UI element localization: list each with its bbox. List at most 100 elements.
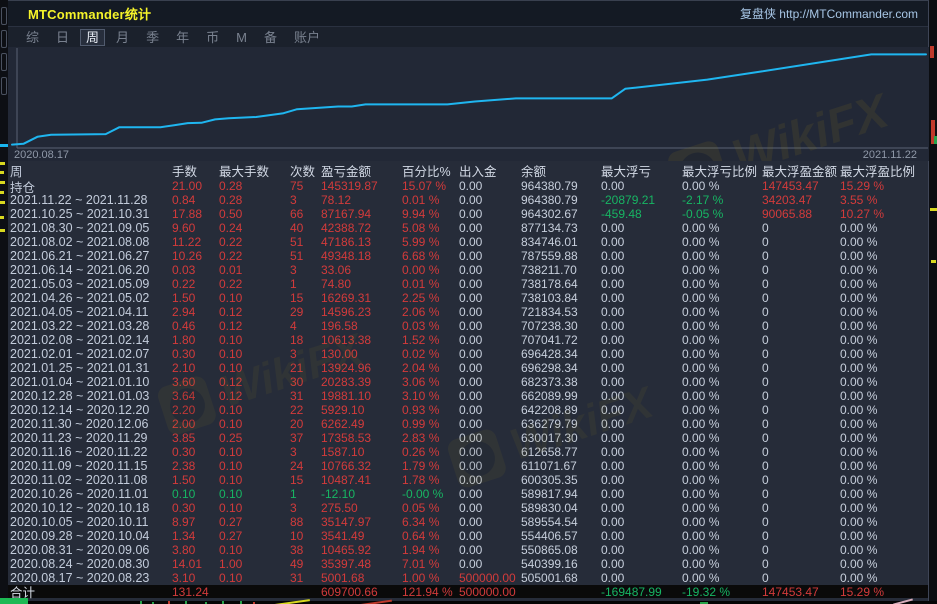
table-row[interactable]: 2021.06.21 ~ 2021.06.2710.260.225149348.… <box>8 249 928 263</box>
col-header-max-float-loss-ratio: 最大浮亏比例 <box>682 161 762 180</box>
cell-deposit-withdraw: 0.00 <box>459 305 521 319</box>
cell-profit-amount: 5001.68 <box>321 571 402 585</box>
menu-item-备[interactable]: 备 <box>258 29 283 46</box>
cell-balance: 636279.79 <box>521 417 601 431</box>
total-row[interactable]: 合计131.24609700.66121.94 %500000.00-16948… <box>8 585 928 598</box>
cell-max-float-loss-ratio: 0.00 % <box>682 263 762 277</box>
background-window-left-sliver <box>0 0 8 604</box>
table-row[interactable]: 2020.11.16 ~ 2020.11.220.300.1031587.100… <box>8 445 928 459</box>
cell-percent: 0.93 % <box>402 403 459 417</box>
cell-max-float-profit-ratio: 0.00 % <box>840 431 928 445</box>
cell-lots: 2.20 <box>172 403 219 417</box>
menu-item-月[interactable]: 月 <box>110 29 135 46</box>
titlebar[interactable]: MTCommander统计 复盘侠 http://MTCommander.com <box>8 1 928 27</box>
cell-max-float-profit: 0 <box>762 319 840 333</box>
cell-max-float-profit-ratio: 0.00 % <box>840 347 928 361</box>
table-row[interactable]: 2020.08.31 ~ 2020.09.063.800.103810465.9… <box>8 543 928 557</box>
cell-balance: 877134.73 <box>521 221 601 235</box>
table-row[interactable]: 2020.11.23 ~ 2020.11.293.850.253717358.5… <box>8 431 928 445</box>
cell-lots: 14.01 <box>172 557 219 571</box>
table-row[interactable]: 2020.11.09 ~ 2020.11.152.380.102410766.3… <box>8 459 928 473</box>
menu-item-季[interactable]: 季 <box>140 29 165 46</box>
table-row[interactable]: 2020.11.02 ~ 2020.11.081.500.101510487.4… <box>8 473 928 487</box>
weekly-stats-table: 周手数最大手数次数盈亏金额百分比%出入金余额最大浮亏最大浮亏比例最大浮盈金额最大… <box>8 161 928 598</box>
table-row[interactable]: 2021.08.02 ~ 2021.08.0811.220.225147186.… <box>8 235 928 249</box>
cell-lots: 131.24 <box>172 585 219 599</box>
cell-profit-amount: 130.00 <box>321 347 402 361</box>
cell-deposit-withdraw: 0.00 <box>459 529 521 543</box>
cell-deposit-withdraw: 500000.00 <box>459 571 521 585</box>
cell-deposit-withdraw: 0.00 <box>459 347 521 361</box>
cell-profit-amount: 87167.94 <box>321 207 402 221</box>
table-row[interactable]: 2021.08.30 ~ 2021.09.059.600.244042388.7… <box>8 221 928 235</box>
cell-max-lots: 0.10 <box>219 459 290 473</box>
table-row[interactable]: 2020.12.28 ~ 2021.01.033.640.123119881.1… <box>8 389 928 403</box>
cell-max-float-profit: 0 <box>762 361 840 375</box>
table-row[interactable]: 2021.05.03 ~ 2021.05.090.220.22174.800.0… <box>8 277 928 291</box>
cell-balance: 600305.35 <box>521 473 601 487</box>
menu-item-周[interactable]: 周 <box>80 29 105 46</box>
cell-deposit-withdraw: 0.00 <box>459 333 521 347</box>
cell-profit-amount: 47186.13 <box>321 235 402 249</box>
cell-max-float-profit: 0 <box>762 375 840 389</box>
table-row[interactable]: 2021.02.01 ~ 2021.02.070.300.103130.000.… <box>8 347 928 361</box>
cell-max-lots: 0.10 <box>219 347 290 361</box>
cell-profit-amount: 14596.23 <box>321 305 402 319</box>
cell-percent: 0.26 % <box>402 445 459 459</box>
cell-balance: 642208.89 <box>521 403 601 417</box>
col-header-trades: 次数 <box>290 161 321 180</box>
cell-week: 2020.10.12 ~ 2020.10.18 <box>10 501 172 515</box>
table-row[interactable]: 2021.02.08 ~ 2021.02.141.800.101810613.3… <box>8 333 928 347</box>
table-row[interactable]: 2021.03.22 ~ 2021.03.280.460.124196.580.… <box>8 319 928 333</box>
menu-item-年[interactable]: 年 <box>170 29 195 46</box>
brand-link[interactable]: 复盘侠 http://MTCommander.com <box>740 5 918 22</box>
equity-curve-chart[interactable]: WikiFX 2020.08.17 2021.11.22 <box>8 47 929 161</box>
cell-trades: 22 <box>290 403 321 417</box>
table-row[interactable]: 2020.12.14 ~ 2020.12.202.200.10225929.10… <box>8 403 928 417</box>
background-line-fragment <box>358 600 392 604</box>
cell-max-float-loss-ratio: -0.05 % <box>682 207 762 221</box>
table-row[interactable]: 2021.06.14 ~ 2021.06.200.030.01333.060.0… <box>8 263 928 277</box>
table-row[interactable]: 2020.10.12 ~ 2020.10.180.300.103275.500.… <box>8 501 928 515</box>
menu-item-账户[interactable]: 账户 <box>288 29 326 46</box>
cell-trades: 1 <box>290 277 321 291</box>
menu-item-综[interactable]: 综 <box>20 29 45 46</box>
cell-max-float-profit: 0 <box>762 263 840 277</box>
table-row[interactable]: 2020.08.24 ~ 2020.08.3014.011.004935397.… <box>8 557 928 571</box>
cell-max-float-loss-ratio: 0.00 % <box>682 445 762 459</box>
background-button-icon <box>1 53 7 71</box>
table-row[interactable]: 2020.11.30 ~ 2020.12.062.000.10206262.49… <box>8 417 928 431</box>
cell-max-float-loss: 0.00 <box>601 305 682 319</box>
menu-item-M[interactable]: M <box>230 29 253 46</box>
cell-balance: 964380.79 <box>521 193 601 207</box>
cell-balance: 505001.68 <box>521 571 601 585</box>
table-row[interactable]: 2021.01.25 ~ 2021.01.312.100.102113924.9… <box>8 361 928 375</box>
cell-deposit-withdraw: 0.00 <box>459 459 521 473</box>
table-row[interactable]: 2021.10.25 ~ 2021.10.3117.880.506687167.… <box>8 207 928 221</box>
cell-max-float-profit: 0 <box>762 403 840 417</box>
cell-trades: 31 <box>290 389 321 403</box>
table-row[interactable]: 2020.09.28 ~ 2020.10.041.340.27103541.49… <box>8 529 928 543</box>
cell-max-lots: 0.10 <box>219 473 290 487</box>
cell-max-float-profit: 0 <box>762 473 840 487</box>
cell-trades: 38 <box>290 543 321 557</box>
cell-max-float-profit: 0 <box>762 389 840 403</box>
cell-lots: 0.10 <box>172 487 219 501</box>
cell-week: 2020.11.30 ~ 2020.12.06 <box>10 417 172 431</box>
table-row[interactable]: 2021.01.04 ~ 2021.01.103.600.123020283.3… <box>8 375 928 389</box>
menu-item-币[interactable]: 币 <box>200 29 225 46</box>
cell-trades: 10 <box>290 529 321 543</box>
table-row[interactable]: 2021.04.05 ~ 2021.04.112.940.122914596.2… <box>8 305 928 319</box>
table-row[interactable]: 2020.10.05 ~ 2020.10.118.970.278835147.9… <box>8 515 928 529</box>
table-row[interactable]: 持仓21.000.2875145319.8715.07 %0.00964380.… <box>8 179 928 193</box>
background-text-fragment <box>0 216 4 219</box>
cell-max-float-profit-ratio: 0.00 % <box>840 417 928 431</box>
cell-max-float-loss-ratio: 0.00 % <box>682 431 762 445</box>
cell-week: 2020.10.05 ~ 2020.10.11 <box>10 515 172 529</box>
cell-lots: 2.94 <box>172 305 219 319</box>
table-row[interactable]: 2020.10.26 ~ 2020.11.010.100.101-12.10-0… <box>8 487 928 501</box>
cell-max-float-loss: 0.00 <box>601 361 682 375</box>
table-row[interactable]: 2021.04.26 ~ 2021.05.021.500.101516269.3… <box>8 291 928 305</box>
menu-item-日[interactable]: 日 <box>50 29 75 46</box>
table-row[interactable]: 2021.11.22 ~ 2021.11.280.840.28378.120.0… <box>8 193 928 207</box>
